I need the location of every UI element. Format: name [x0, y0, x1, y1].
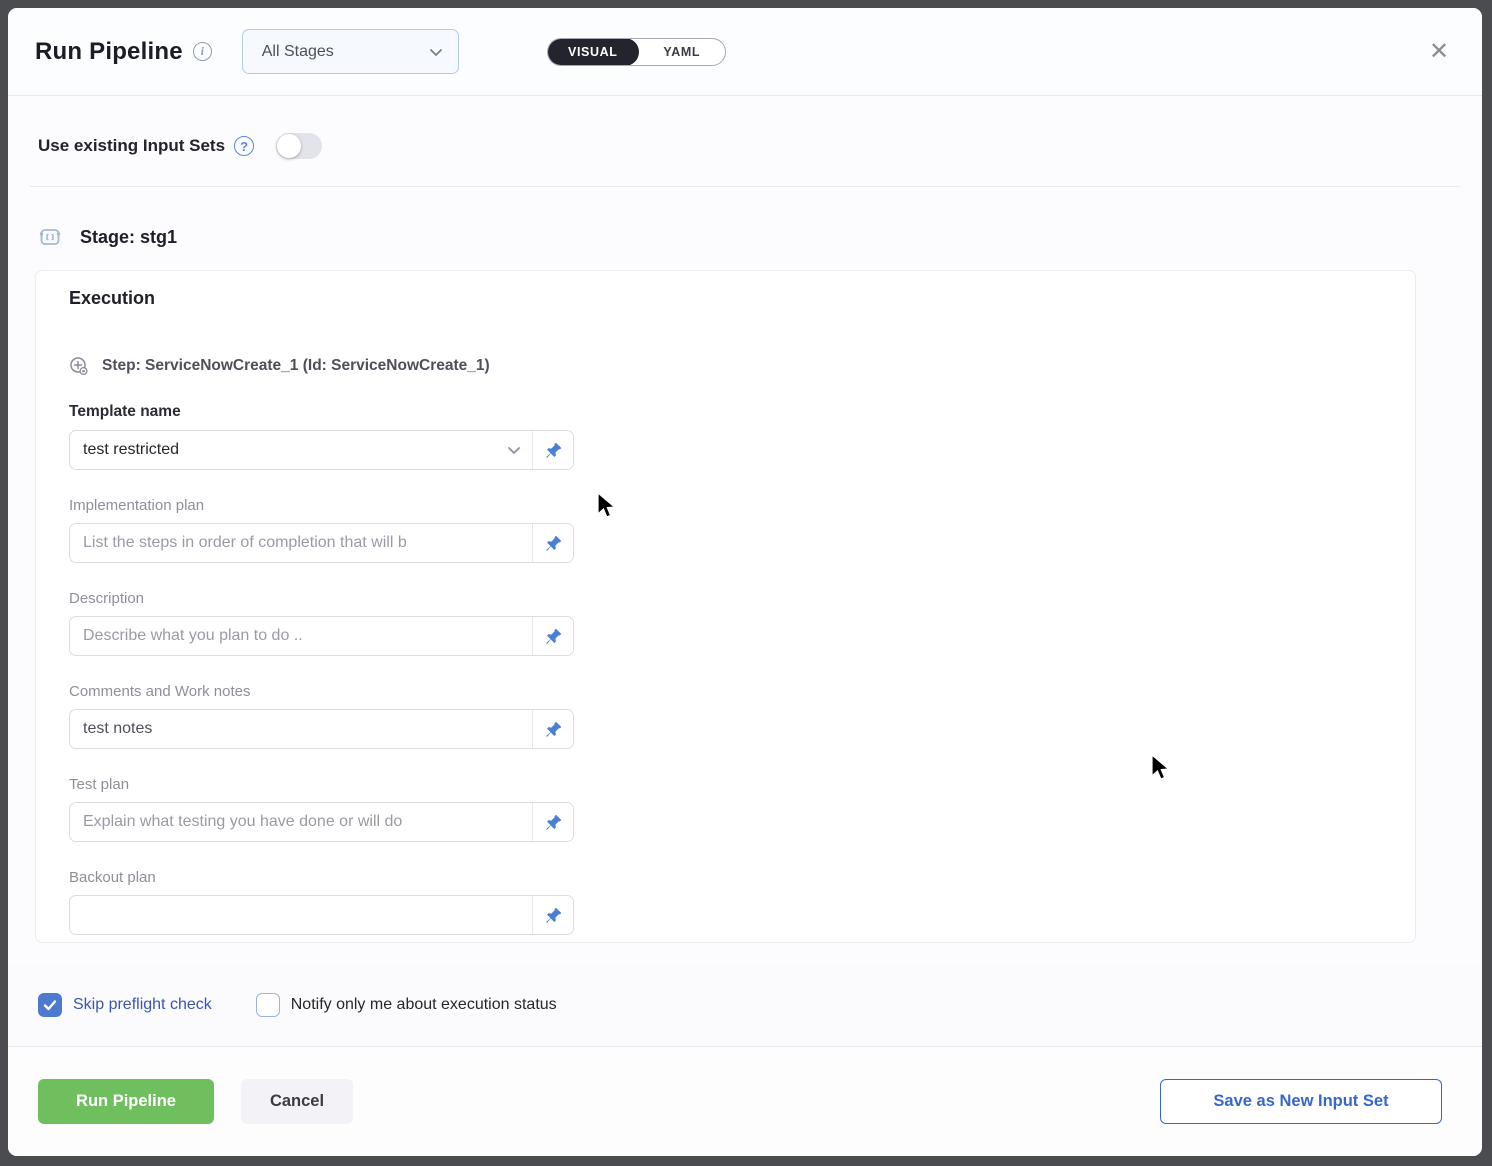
stages-dropdown-value: All Stages	[262, 43, 428, 61]
chevron-down-icon	[428, 44, 444, 60]
field-description: Description	[69, 590, 574, 656]
check-icon	[43, 998, 57, 1012]
step-plus-icon	[69, 356, 89, 376]
page-title: Run Pipeline	[35, 38, 183, 66]
step-row: Step: ServiceNowCreate_1 (Id: ServiceNow…	[69, 356, 1415, 376]
save-as-new-input-set-button[interactable]: Save as New Input Set	[1160, 1079, 1442, 1124]
input-sets-toggle[interactable]	[276, 133, 322, 159]
tab-visual[interactable]: VISUAL	[547, 38, 639, 66]
pin-button[interactable]	[532, 617, 573, 655]
pin-icon	[544, 627, 563, 646]
test-plan-input[interactable]	[70, 803, 532, 841]
pin-button[interactable]	[532, 896, 573, 934]
use-existing-input-sets-label: Use existing Input Sets	[38, 136, 225, 156]
skip-preflight-label: Skip preflight check	[73, 996, 212, 1014]
modal-header: Run Pipeline i All Stages VISUAL YAML ✕	[8, 8, 1482, 96]
field-implementation-plan: Implementation plan	[69, 497, 574, 563]
use-existing-input-sets-row: Use existing Input Sets ?	[38, 126, 1482, 166]
pin-button[interactable]	[532, 710, 573, 748]
backout-plan-input[interactable]	[70, 896, 532, 934]
execution-card: Execution Step: ServiceNowCreate_1 (Id: …	[35, 270, 1416, 943]
chevron-down-icon	[506, 442, 522, 458]
field-label: Backout plan	[69, 869, 574, 886]
notify-me-row[interactable]: Notify only me about execution status	[256, 993, 557, 1017]
stage-row: Stage: stg1	[38, 225, 1482, 249]
section-divider	[30, 186, 1460, 187]
skip-preflight-checkbox[interactable]	[38, 993, 62, 1017]
pin-icon	[544, 813, 563, 832]
implementation-plan-input[interactable]	[70, 524, 532, 562]
stage-icon	[38, 225, 62, 249]
field-backout-plan: Backout plan	[69, 869, 574, 935]
skip-preflight-row[interactable]: Skip preflight check	[38, 993, 212, 1017]
comments-work-notes-input[interactable]	[70, 710, 532, 748]
pin-icon	[544, 534, 563, 553]
run-pipeline-button[interactable]: Run Pipeline	[38, 1079, 214, 1124]
pin-button[interactable]	[532, 524, 573, 562]
field-test-plan: Test plan	[69, 776, 574, 842]
help-icon[interactable]: ?	[234, 136, 254, 156]
preflight-section: Skip preflight check Notify only me abou…	[8, 963, 1482, 1047]
action-bar: Run Pipeline Cancel Save as New Input Se…	[8, 1047, 1482, 1156]
field-comments-work-notes: Comments and Work notes	[69, 683, 574, 749]
field-label: Template name	[69, 403, 574, 421]
close-icon[interactable]: ✕	[1424, 37, 1454, 67]
step-label: Step: ServiceNowCreate_1 (Id: ServiceNow…	[102, 357, 490, 375]
field-label: Comments and Work notes	[69, 683, 574, 700]
pin-button[interactable]	[532, 803, 573, 841]
cancel-button[interactable]: Cancel	[241, 1079, 353, 1124]
stage-label: Stage: stg1	[80, 227, 177, 248]
template-name-select[interactable]: test restricted	[69, 430, 574, 470]
execution-title: Execution	[69, 288, 1415, 309]
pin-button[interactable]	[532, 431, 573, 469]
description-input[interactable]	[70, 617, 532, 655]
field-label: Implementation plan	[69, 497, 574, 514]
field-template-name: Template name test restricted	[69, 403, 574, 470]
template-name-value: test restricted	[70, 441, 506, 459]
notify-me-label: Notify only me about execution status	[291, 996, 557, 1014]
toggle-knob	[277, 134, 301, 158]
tab-yaml[interactable]: YAML	[639, 38, 725, 66]
stages-dropdown[interactable]: All Stages	[242, 29, 459, 74]
run-pipeline-modal: Run Pipeline i All Stages VISUAL YAML ✕ …	[8, 8, 1482, 1156]
pin-icon	[544, 441, 563, 460]
visual-yaml-toggle: VISUAL YAML	[547, 38, 726, 66]
pin-icon	[544, 720, 563, 739]
info-icon[interactable]: i	[193, 42, 212, 61]
field-label: Test plan	[69, 776, 574, 793]
modal-body: Use existing Input Sets ? Stage: stg1 Ex…	[8, 96, 1482, 963]
field-label: Description	[69, 590, 574, 607]
notify-me-checkbox[interactable]	[256, 993, 280, 1017]
pin-icon	[544, 906, 563, 925]
